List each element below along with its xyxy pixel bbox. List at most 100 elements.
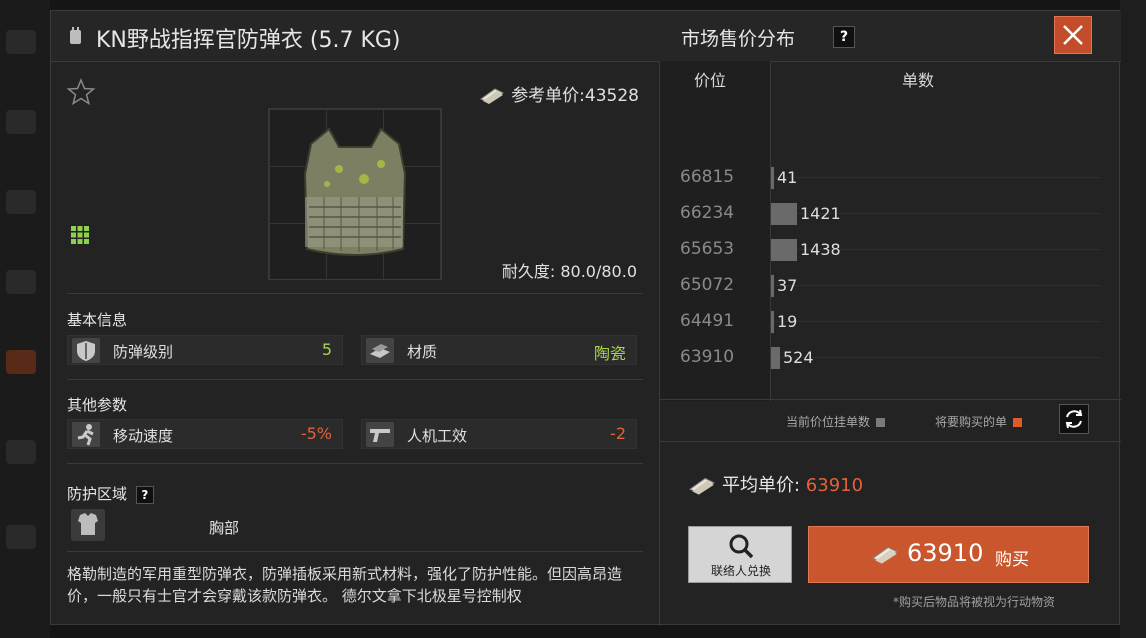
basic-info-heading: 基本信息: [67, 311, 128, 329]
chart-bar: [771, 167, 774, 189]
legend-current-orders: 当前价位挂单数: [786, 413, 886, 430]
background-icon: [6, 190, 36, 214]
pistol-icon: [366, 422, 394, 447]
shield-icon: [72, 338, 100, 363]
divider: [67, 463, 643, 464]
durability-label: 耐久度:: [501, 262, 556, 281]
market-title: 市场售价分布: [681, 28, 796, 50]
price-column-header: 价位: [694, 71, 727, 90]
stat-value: -5%: [300, 424, 332, 443]
stat-value: 陶瓷: [593, 344, 626, 363]
armor-icon: [70, 27, 81, 44]
background-icon: [6, 525, 36, 549]
item-detail-dialog: KN野战指挥官防弹衣 (5.7 KG) 市场售价分布 ? 参考单价:43528: [50, 10, 1121, 626]
chart-bar: [771, 239, 797, 261]
close-button[interactable]: [1054, 16, 1092, 54]
durability: 耐久度: 80.0/80.0: [502, 258, 637, 282]
chart-bar-value: 1438: [800, 240, 841, 259]
legend-current-swatch: [876, 418, 886, 427]
legend-current-label: 当前价位挂单数: [786, 415, 871, 429]
count-column-header: 单数: [902, 71, 935, 90]
currency-icon: [689, 477, 715, 495]
torso-icon: [71, 509, 105, 541]
chart-gridline: [771, 357, 1101, 358]
price-tick-label: 64491: [680, 311, 735, 331]
stat-move-speed: 移动速度 -5%: [67, 419, 343, 449]
favorite-star-icon[interactable]: [66, 77, 96, 107]
background-icon: [6, 440, 36, 464]
background-icon: [6, 30, 36, 54]
divider: [67, 293, 643, 294]
chart-bar-value: 524: [783, 348, 814, 367]
chart-bar-value: 37: [777, 276, 798, 295]
search-icon: [729, 534, 754, 559]
chart-bar: [771, 203, 797, 225]
chart-bar: [771, 347, 780, 369]
currency-icon: [480, 88, 505, 104]
protection-zone-value: 胸部: [209, 519, 240, 537]
chart-gridline: [771, 321, 1101, 322]
stat-label: 防弹级别: [113, 343, 174, 361]
other-params-heading: 其他参数: [67, 396, 128, 414]
divider: [67, 379, 643, 380]
background-icon: [6, 350, 36, 374]
chart-bar-value: 1421: [800, 204, 841, 223]
stat-armor-class: 防弹级别 5: [67, 335, 343, 365]
market-help-button[interactable]: ?: [833, 26, 855, 48]
dialog-titlebar: KN野战指挥官防弹衣 (5.7 KG) 市场售价分布 ?: [51, 11, 1121, 62]
stat-label: 材质: [407, 343, 438, 361]
average-price: 平均单价: 63910: [688, 471, 863, 497]
item-image-frame: [268, 108, 442, 280]
price-tick-label: 65653: [680, 239, 735, 259]
buy-button[interactable]: 63910 购买: [808, 526, 1089, 583]
chart-gridline: [771, 285, 1101, 286]
contact-exchange-label: 联络人兑换: [710, 564, 771, 578]
stat-label: 人机工效: [407, 427, 468, 445]
divider: [660, 441, 1121, 442]
legend-buy-swatch: [1013, 418, 1023, 427]
divider: [660, 399, 1121, 400]
buy-label: 购买: [995, 550, 1029, 570]
average-price-label: 平均单价:: [722, 475, 806, 496]
durability-value: 80.0/80.0: [560, 262, 637, 281]
stat-value: -2: [610, 424, 626, 443]
running-icon: [72, 422, 100, 447]
price-tick-label: 63910: [680, 347, 735, 367]
background-icon: [6, 110, 36, 134]
divider: [67, 551, 643, 552]
price-tick-label: 65072: [680, 275, 735, 295]
legend-buy-label: 将要购买的单: [935, 415, 1008, 429]
chart-bar: [771, 311, 774, 333]
price-tick-label: 66234: [680, 203, 735, 223]
reference-price: 参考单价:43528: [479, 81, 639, 106]
item-title: KN野战指挥官防弹衣 (5.7 KG): [96, 28, 401, 53]
zone-help-button[interactable]: ?: [135, 486, 154, 504]
chart-bar-value: 41: [777, 168, 798, 187]
purchase-note: *购买后物品将被视为行动物资: [892, 595, 1055, 609]
price-distribution-chart: 价位 单数 66815 66234 65653 65072 64491 63910 41 14…: [660, 61, 1121, 401]
stat-ergonomics: 人机工效 -2: [361, 419, 637, 449]
stat-value: 5: [321, 340, 332, 359]
item-description: 格勒制造的军用重型防弹衣，防弹插板采用新式材料，强化了防护性能。但因高昂造价，一…: [67, 565, 623, 605]
body-armor-image: [303, 127, 407, 256]
price-tick-label: 66815: [680, 167, 735, 187]
background-icon: [6, 270, 36, 294]
chart-gridline: [771, 177, 1101, 178]
market-pane: 价位 单数 66815 66234 65653 65072 64491 63910 41 14…: [660, 61, 1121, 626]
contact-exchange-button[interactable]: 联络人兑换: [688, 526, 792, 583]
background-right-edge: [1120, 0, 1146, 638]
average-price-value: 63910: [805, 475, 864, 496]
protection-zone-heading: 防护区域 ?: [67, 483, 154, 504]
protection-zone-label: 防护区域: [67, 485, 128, 503]
reference-price-text: 参考单价:43528: [511, 86, 639, 106]
chart-bar-value: 19: [777, 312, 798, 331]
item-info-pane: 参考单价:43528 耐久度: 80.0/80.0 基本信息 防弹级别 5 材质…: [51, 61, 659, 626]
buy-price: 63910: [907, 539, 984, 567]
refresh-icon: [1065, 409, 1083, 429]
material-icon: [366, 338, 394, 363]
stat-label: 移动速度: [113, 427, 174, 445]
chart-bar: [771, 275, 774, 297]
refresh-button[interactable]: [1059, 404, 1089, 434]
grid-size-icon: [71, 226, 89, 244]
stat-material: 材质 陶瓷: [361, 335, 637, 365]
